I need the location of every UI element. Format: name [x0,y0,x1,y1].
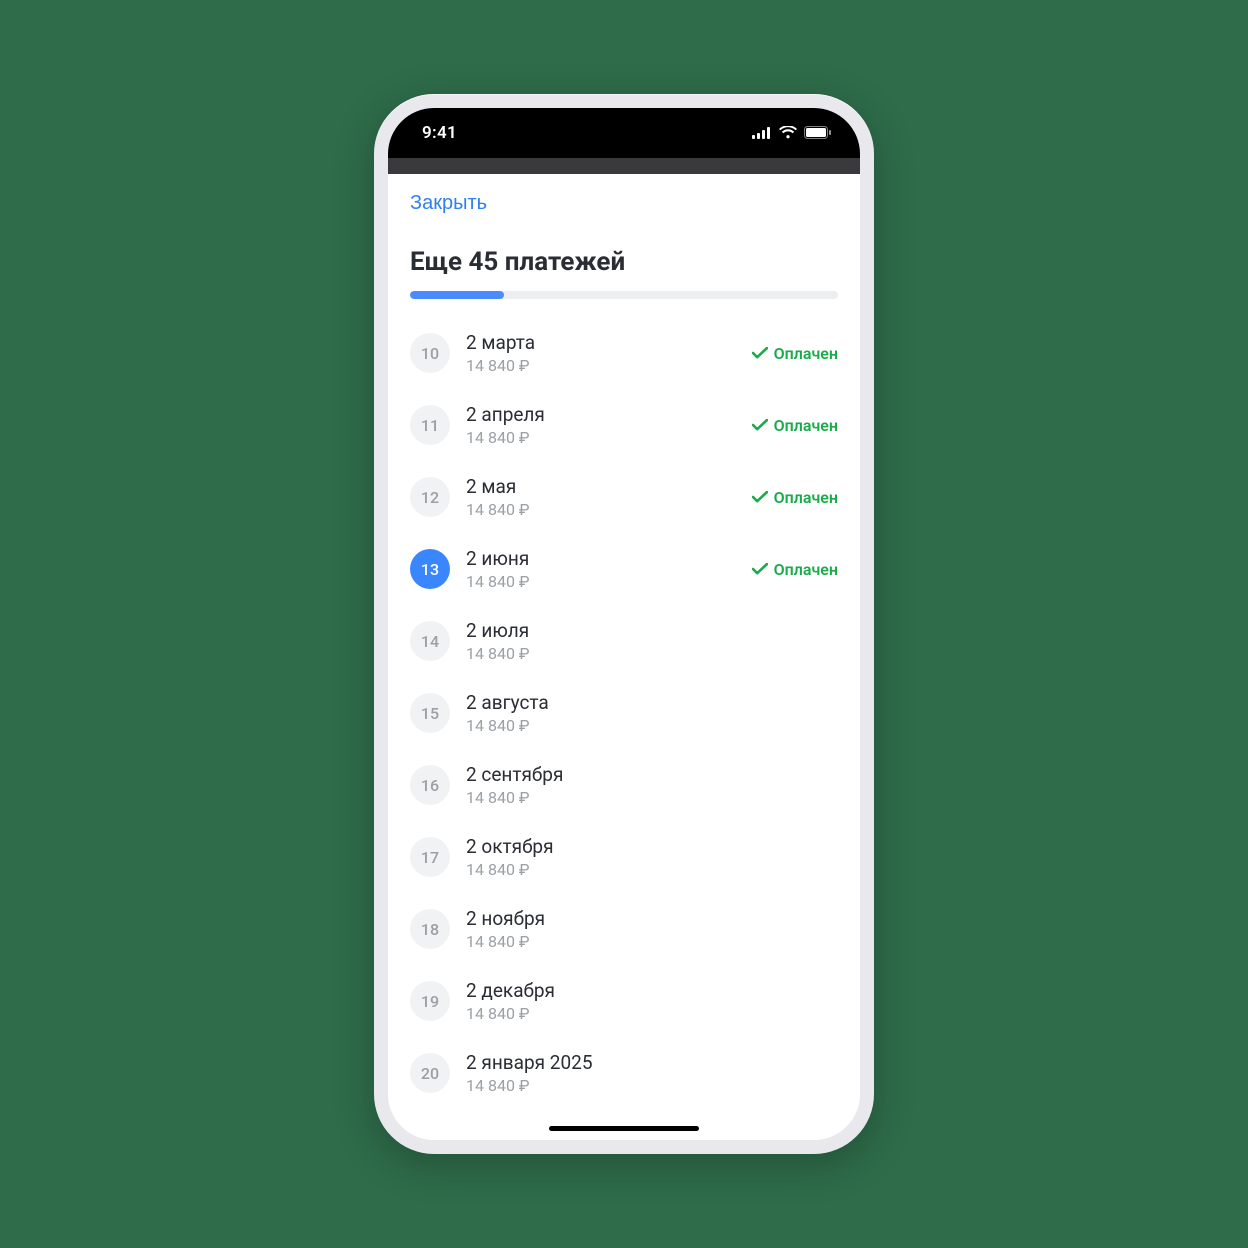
payment-index-badge: 11 [410,405,450,445]
check-icon [752,563,768,575]
payment-info: 2 декабря 14 840 ₽ [466,979,838,1023]
progress-fill [410,291,504,299]
payment-index-badge: 17 [410,837,450,877]
payment-date: 2 апреля [466,403,736,426]
payment-amount: 14 840 ₽ [466,1076,838,1095]
payment-amount: 14 840 ₽ [466,860,838,879]
status-bar: 9:41 [388,108,860,158]
payment-status: Оплачен [752,560,838,579]
payment-date: 2 июля [466,619,838,642]
payment-status-label: Оплачен [774,560,838,579]
payment-row[interactable]: 19 2 декабря 14 840 ₽ Оплачен [410,965,838,1037]
cellular-icon [752,124,772,143]
payment-info: 2 марта 14 840 ₽ [466,331,736,375]
payment-status: Оплачен [752,416,838,435]
payment-amount: 14 840 ₽ [466,428,736,447]
payment-row[interactable]: 16 2 сентября 14 840 ₽ Оплачен [410,749,838,821]
payment-amount: 14 840 ₽ [466,500,736,519]
phone-notch [519,108,729,142]
sheet-content: Закрыть Еще 45 платежей 10 2 марта 14 84… [388,174,860,1140]
payment-row[interactable]: 15 2 августа 14 840 ₽ Оплачен [410,677,838,749]
progress-bar [410,291,838,299]
payment-info: 2 августа 14 840 ₽ [466,691,838,735]
nav-row: Закрыть [410,174,838,227]
page-title: Еще 45 платежей [410,247,838,277]
payment-index-badge: 12 [410,477,450,517]
payment-row[interactable]: 11 2 апреля 14 840 ₽ Оплачен [410,389,838,461]
payment-row[interactable]: 10 2 марта 14 840 ₽ Оплачен [410,317,838,389]
payment-date: 2 января 2025 [466,1051,838,1074]
wifi-icon [779,124,797,143]
payment-index-badge: 15 [410,693,450,733]
payment-index-badge: 20 [410,1053,450,1093]
payment-row[interactable]: 12 2 мая 14 840 ₽ Оплачен [410,461,838,533]
check-icon [752,419,768,431]
payment-info: 2 ноября 14 840 ₽ [466,907,838,951]
payment-index-badge: 19 [410,981,450,1021]
phone-screen: 9:41 Закрыть Еще 45 платежей [388,108,860,1140]
payment-index-badge: 10 [410,333,450,373]
payment-date: 2 марта [466,331,736,354]
payment-info: 2 октября 14 840 ₽ [466,835,838,879]
payment-amount: 14 840 ₽ [466,716,838,735]
payment-amount: 14 840 ₽ [466,356,736,375]
payment-info: 2 января 2025 14 840 ₽ [466,1051,838,1095]
payment-row[interactable]: 18 2 ноября 14 840 ₽ Оплачен [410,893,838,965]
battery-icon [804,124,832,143]
status-time: 9:41 [422,123,457,143]
payment-amount: 14 840 ₽ [466,644,838,663]
payment-index-badge: 14 [410,621,450,661]
payment-amount: 14 840 ₽ [466,1004,838,1023]
status-icons [752,124,832,143]
payment-amount: 14 840 ₽ [466,572,736,591]
check-icon [752,491,768,503]
payment-amount: 14 840 ₽ [466,788,838,807]
home-indicator[interactable] [549,1126,699,1131]
payment-date: 2 ноября [466,907,838,930]
payment-info: 2 апреля 14 840 ₽ [466,403,736,447]
payment-row[interactable]: 13 2 июня 14 840 ₽ Оплачен [410,533,838,605]
payment-index-badge: 18 [410,909,450,949]
payment-status-label: Оплачен [774,416,838,435]
payment-date: 2 сентября [466,763,838,786]
payment-list[interactable]: 10 2 марта 14 840 ₽ Оплачен 11 2 апреля … [410,317,838,1109]
payment-row[interactable]: 17 2 октября 14 840 ₽ Оплачен [410,821,838,893]
payment-date: 2 мая [466,475,736,498]
payment-row[interactable]: 20 2 января 2025 14 840 ₽ Оплачен [410,1037,838,1109]
payment-date: 2 июня [466,547,736,570]
payment-status: Оплачен [752,344,838,363]
payment-index-badge: 16 [410,765,450,805]
sheet-backdrop [388,158,860,174]
payment-date: 2 октября [466,835,838,858]
payment-status: Оплачен [752,488,838,507]
close-button[interactable]: Закрыть [410,192,487,215]
payment-index-badge: 13 [410,549,450,589]
payment-date: 2 декабря [466,979,838,1002]
payment-info: 2 июня 14 840 ₽ [466,547,736,591]
check-icon [752,347,768,359]
payment-info: 2 июля 14 840 ₽ [466,619,838,663]
phone-frame: 9:41 Закрыть Еще 45 платежей [374,94,874,1154]
payment-info: 2 сентября 14 840 ₽ [466,763,838,807]
payment-info: 2 мая 14 840 ₽ [466,475,736,519]
payment-row[interactable]: 14 2 июля 14 840 ₽ Оплачен [410,605,838,677]
payment-status-label: Оплачен [774,488,838,507]
payment-status-label: Оплачен [774,344,838,363]
payment-date: 2 августа [466,691,838,714]
payment-amount: 14 840 ₽ [466,932,838,951]
